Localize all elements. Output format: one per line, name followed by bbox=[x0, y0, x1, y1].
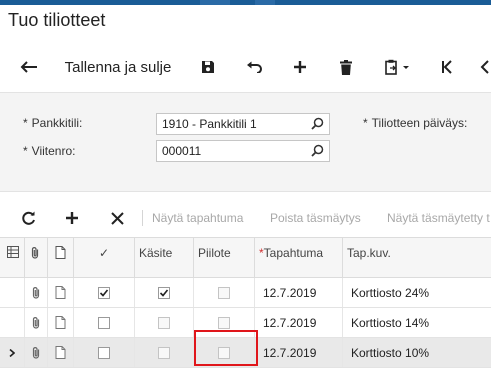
save-and-close-button[interactable]: Tallenna ja sulje bbox=[58, 50, 178, 84]
processed-checkbox[interactable] bbox=[158, 286, 170, 299]
save-icon bbox=[202, 61, 214, 73]
processed-column-header[interactable]: Käsite bbox=[135, 238, 194, 278]
reference-label: * Viitenro: bbox=[23, 144, 76, 158]
checkmark-column-header[interactable]: ✓ bbox=[74, 238, 135, 278]
top-bar-segment bbox=[255, 0, 275, 5]
checkmark-icon bbox=[99, 288, 109, 297]
save-button[interactable] bbox=[196, 50, 220, 84]
header-form: * Pankkitili: 1910 - Pankkitili 1 * Tiliot… bbox=[0, 92, 491, 192]
close-icon bbox=[110, 211, 124, 225]
show-matched-button[interactable]: Näytä täsmäytetty t bbox=[387, 200, 491, 236]
unmatch-button[interactable]: Poista täsmäytys bbox=[270, 200, 361, 236]
page-title: Tuo tiliotteet bbox=[8, 10, 106, 30]
bank-account-field[interactable]: 1910 - Pankkitili 1 bbox=[156, 113, 330, 135]
grid-toolbar: Näytä tapahtuma Poista täsmäytys Näytä t… bbox=[0, 200, 491, 236]
previous-record-icon bbox=[480, 60, 489, 74]
selected-cell bbox=[74, 338, 135, 367]
selected-cell bbox=[74, 278, 135, 307]
processed-cell bbox=[135, 308, 194, 337]
hidden-cell bbox=[194, 278, 255, 307]
transaction-desc-cell: Korttiosto 24% bbox=[351, 285, 430, 300]
hidden-column-header[interactable]: Piilote bbox=[194, 238, 255, 278]
paperclip-icon bbox=[32, 287, 39, 299]
selected-cell bbox=[74, 308, 135, 337]
selected-checkbox[interactable] bbox=[98, 346, 110, 359]
trash-icon bbox=[340, 59, 352, 75]
note-icon bbox=[55, 316, 66, 329]
transaction-desc-column-header[interactable]: Tap.kuv. bbox=[343, 238, 491, 278]
reference-field[interactable]: 000011 bbox=[156, 140, 330, 162]
paperclip-icon bbox=[31, 247, 39, 259]
processed-checkbox[interactable] bbox=[158, 346, 170, 359]
column-settings-button[interactable] bbox=[0, 238, 25, 278]
note-icon bbox=[55, 286, 66, 299]
first-record-icon bbox=[442, 60, 452, 74]
main-toolbar: Tallenna ja sulje bbox=[0, 50, 491, 84]
back-arrow-icon bbox=[20, 61, 37, 73]
row-selector-cell bbox=[0, 338, 25, 367]
plus-icon bbox=[294, 61, 306, 73]
row-selector-cell bbox=[0, 278, 25, 307]
plus-icon bbox=[66, 212, 78, 224]
processed-cell bbox=[135, 278, 194, 307]
back-button[interactable] bbox=[16, 50, 42, 84]
add-button[interactable] bbox=[288, 50, 312, 84]
save-and-close-label: Tallenna ja sulje bbox=[64, 58, 172, 76]
transaction-date-column-header[interactable]: *Tapahtuma bbox=[255, 238, 343, 278]
transaction-desc-cell: Korttiosto 10% bbox=[351, 345, 430, 360]
top-bar-segment bbox=[200, 0, 230, 5]
files-cell[interactable] bbox=[25, 278, 48, 307]
notes-cell[interactable] bbox=[48, 338, 74, 367]
add-row-button[interactable] bbox=[62, 200, 82, 236]
show-transaction-button[interactable]: Näytä tapahtuma bbox=[152, 200, 243, 236]
note-icon bbox=[55, 346, 66, 359]
paperclip-icon bbox=[32, 317, 39, 329]
grid-header: ✓ Käsite Piilote *Tapahtuma Tap.kuv. bbox=[0, 237, 491, 278]
files-column-header[interactable] bbox=[25, 238, 48, 278]
column-settings-icon bbox=[7, 246, 19, 258]
clipboard-menu-button[interactable] bbox=[380, 50, 416, 84]
table-row[interactable]: 12.7.2019 Korttiosto 24% bbox=[0, 278, 491, 308]
statement-date-label: * Tiliotteen päiväys: bbox=[363, 116, 468, 130]
transaction-date-cell: 12.7.2019 bbox=[255, 308, 343, 337]
search-icon[interactable] bbox=[311, 117, 324, 130]
files-cell[interactable] bbox=[25, 308, 48, 337]
processed-cell bbox=[135, 338, 194, 367]
row-selector-cell bbox=[0, 308, 25, 337]
highlight-box bbox=[194, 330, 258, 366]
top-accent-bar bbox=[0, 0, 491, 5]
refresh-icon bbox=[21, 211, 35, 225]
hidden-checkbox[interactable] bbox=[218, 316, 230, 329]
bank-account-label: * Pankkitili: bbox=[23, 116, 83, 130]
hidden-checkbox[interactable] bbox=[218, 286, 230, 299]
processed-checkbox[interactable] bbox=[158, 316, 170, 329]
previous-record-button[interactable] bbox=[478, 50, 491, 84]
search-icon[interactable] bbox=[311, 144, 324, 157]
checkmark-icon bbox=[159, 288, 169, 297]
notes-cell[interactable] bbox=[48, 278, 74, 307]
selected-checkbox[interactable] bbox=[98, 286, 110, 299]
undo-button[interactable] bbox=[242, 50, 266, 84]
current-row-indicator-icon bbox=[9, 348, 15, 357]
delete-button[interactable] bbox=[334, 50, 358, 84]
first-record-button[interactable] bbox=[435, 50, 459, 84]
selected-checkbox[interactable] bbox=[98, 316, 110, 329]
notes-column-header[interactable] bbox=[48, 238, 74, 278]
notes-cell[interactable] bbox=[48, 308, 74, 337]
transaction-desc-cell: Korttiosto 14% bbox=[351, 315, 430, 330]
transaction-date-cell: 12.7.2019 bbox=[255, 338, 343, 367]
refresh-button[interactable] bbox=[18, 200, 38, 236]
transaction-date-cell: 12.7.2019 bbox=[255, 278, 343, 307]
toolbar-divider bbox=[142, 210, 143, 226]
paperclip-icon bbox=[32, 347, 39, 359]
files-cell[interactable] bbox=[25, 338, 48, 367]
clipboard-icon bbox=[385, 59, 409, 75]
remove-row-button[interactable] bbox=[107, 200, 127, 236]
note-icon bbox=[55, 246, 66, 259]
undo-icon bbox=[247, 61, 262, 73]
